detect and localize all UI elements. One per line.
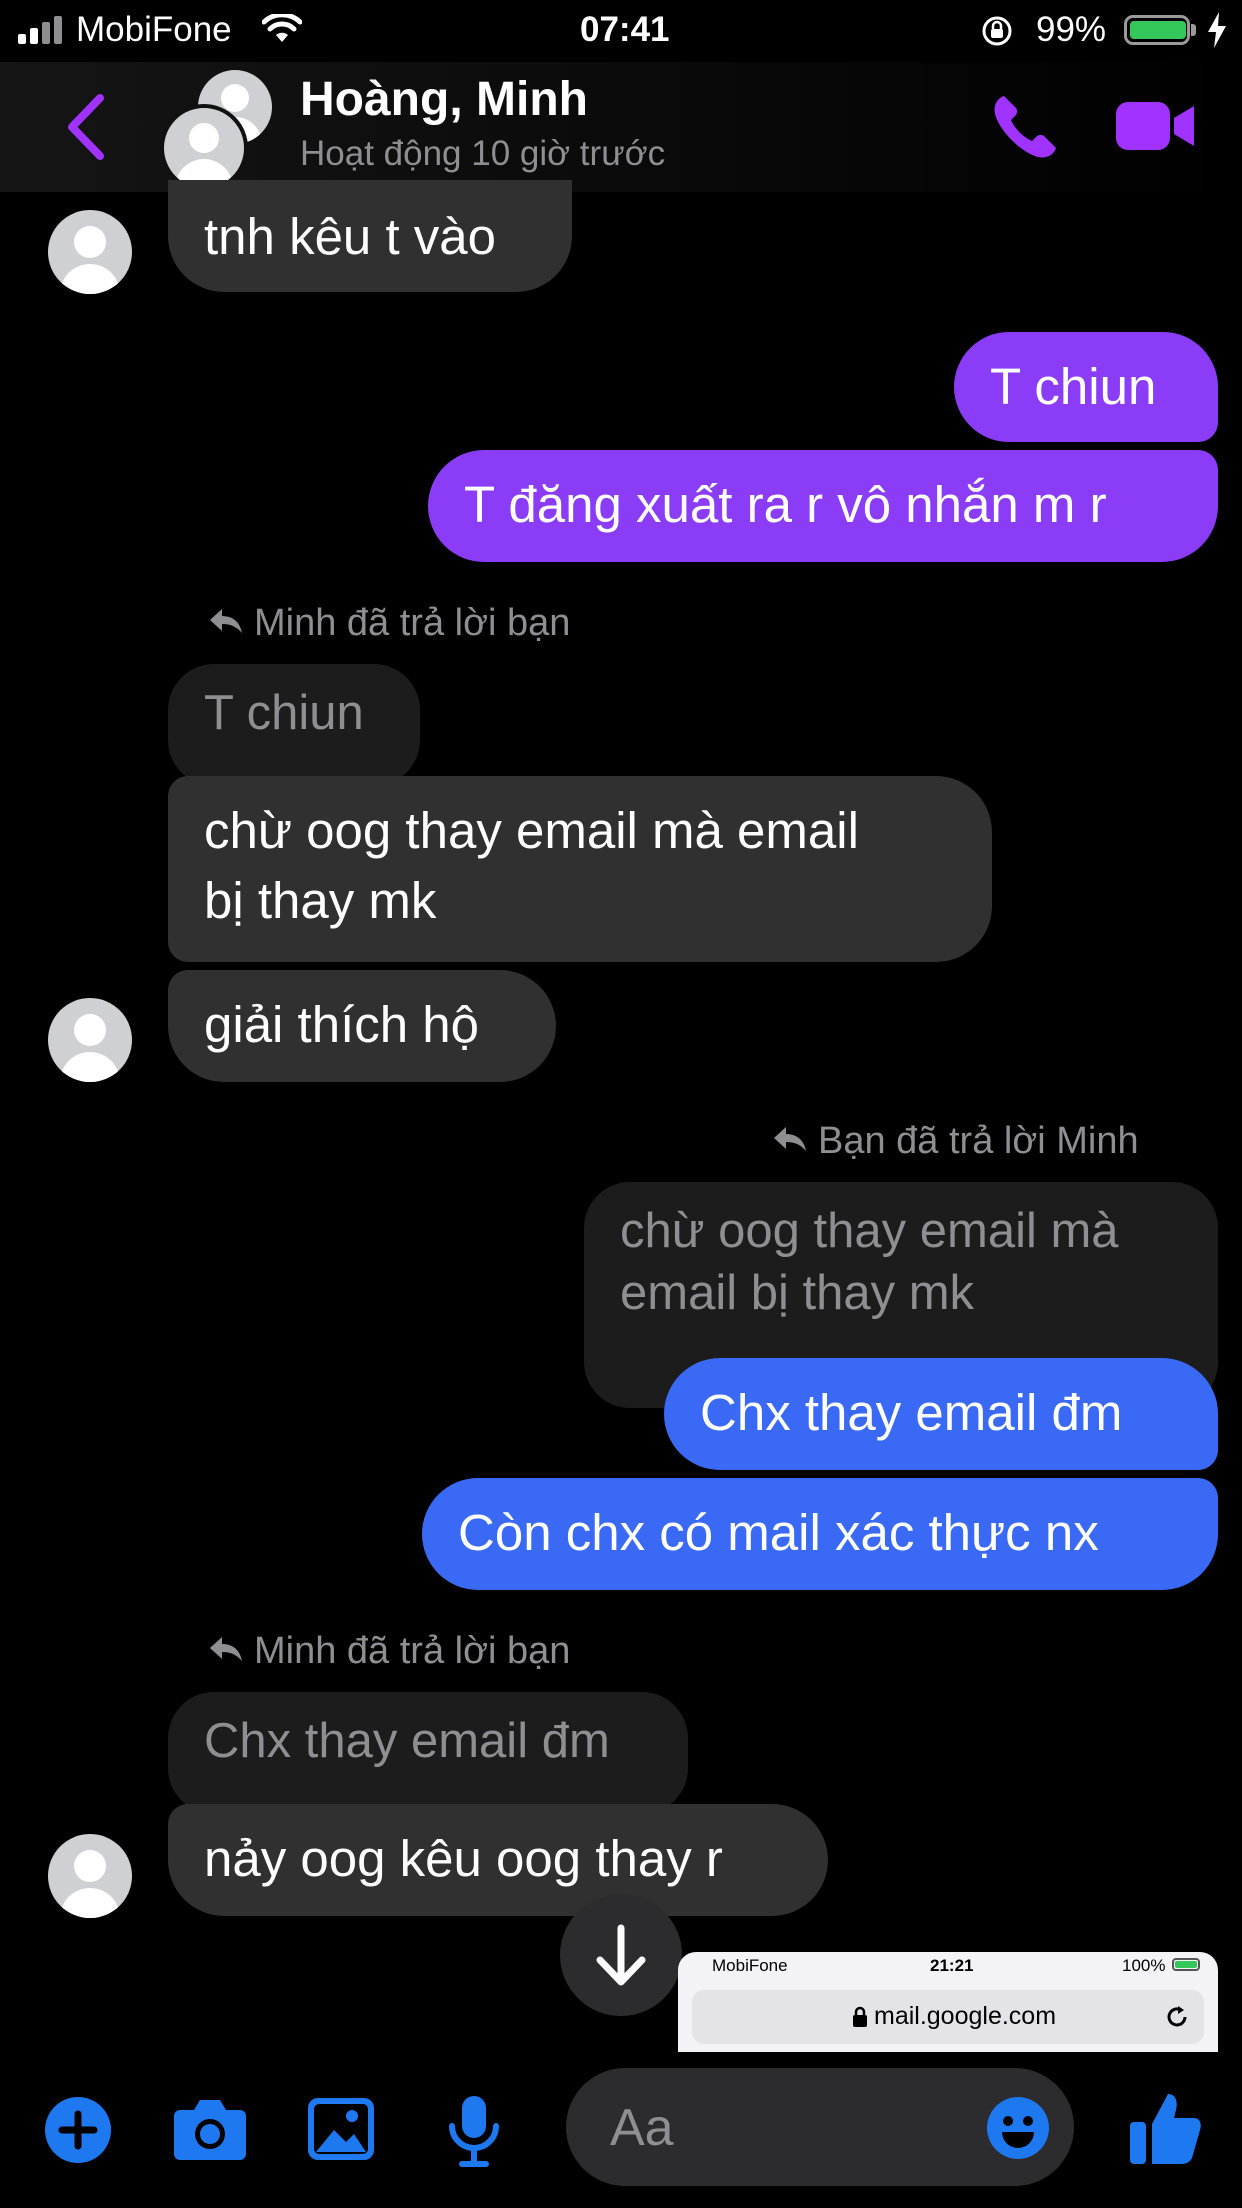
emoji-icon[interactable]	[986, 2096, 1050, 2165]
reply-indicator: Minh đã trả lời bạn	[208, 1630, 570, 1673]
message-bubble[interactable]: tnh kêu t vào	[168, 180, 572, 292]
battery-icon	[1124, 15, 1190, 45]
image-icon[interactable]	[306, 2096, 376, 2162]
reply-indicator: Bạn đã trả lời Minh	[772, 1120, 1139, 1163]
message-input[interactable]: Aa	[566, 2068, 1074, 2186]
pip-time: 21:21	[930, 1956, 974, 1975]
message-bubble[interactable]: giải thích hộ	[168, 970, 556, 1082]
reply-indicator: Minh đã trả lời bạn	[208, 602, 570, 645]
conversation-header: Hoàng, Minh Hoạt động 10 giờ trước	[0, 62, 1242, 192]
avatar[interactable]	[48, 998, 132, 1082]
message-bubble[interactable]: T đăng xuất ra r vô nhắn m r	[428, 450, 1218, 562]
screenshot-preview[interactable]: MobiFone 21:21 100% mail.google.com	[678, 1952, 1218, 2052]
clock: 07:41	[580, 10, 670, 49]
arrow-down-icon	[596, 1924, 646, 1986]
thumbs-up-icon[interactable]	[1128, 2090, 1202, 2166]
reply-arrow-icon	[208, 1630, 244, 1673]
message-bubble[interactable]: Còn chx có mail xác thực nx	[422, 1478, 1218, 1590]
video-icon[interactable]	[1116, 98, 1196, 159]
carrier-name: MobiFone	[76, 10, 232, 49]
scroll-down-button[interactable]	[560, 1894, 682, 2016]
pip-address-bar: mail.google.com	[692, 1990, 1204, 2044]
pip-battery-icon	[1172, 1958, 1200, 1971]
orientation-lock-icon	[980, 14, 1014, 53]
quoted-message[interactable]: Chx thay email đm	[168, 1692, 688, 1814]
pip-carrier: MobiFone	[712, 1956, 788, 1975]
contact-name[interactable]: Hoàng, Minh	[300, 72, 588, 127]
message-bubble[interactable]: T chiun	[954, 332, 1218, 442]
reload-icon	[1164, 2004, 1190, 2035]
camera-icon[interactable]	[172, 2096, 248, 2162]
message-input-placeholder: Aa	[610, 2099, 674, 2157]
wifi-icon	[261, 12, 303, 49]
pip-battery: 100%	[1122, 1956, 1166, 1975]
active-status: Hoạt động 10 giờ trước	[300, 134, 666, 173]
reply-arrow-icon	[772, 1120, 808, 1163]
reply-arrow-icon	[208, 602, 244, 645]
avatar[interactable]	[48, 1834, 132, 1918]
lock-icon	[852, 2006, 868, 2033]
battery-percent: 99%	[1036, 10, 1107, 49]
message-bubble[interactable]: chừ oog thay email mà email bị thay mk	[168, 776, 992, 962]
quoted-message[interactable]: T chiun	[168, 664, 420, 786]
plus-icon[interactable]	[44, 2096, 112, 2164]
pip-url: mail.google.com	[874, 2002, 1057, 2030]
message-bubble[interactable]: nảy oog kêu oog thay r	[168, 1804, 828, 1916]
phone-icon[interactable]	[990, 92, 1060, 167]
message-bubble[interactable]: Chx thay email đm	[664, 1358, 1218, 1470]
signal-icon	[18, 16, 66, 44]
back-icon[interactable]	[62, 92, 110, 167]
microphone-icon[interactable]	[446, 2094, 502, 2168]
group-avatar-front[interactable]	[160, 104, 248, 192]
charging-icon	[1206, 12, 1228, 53]
status-bar: MobiFone 07:41 99%	[0, 0, 1242, 62]
avatar[interactable]	[48, 210, 132, 294]
